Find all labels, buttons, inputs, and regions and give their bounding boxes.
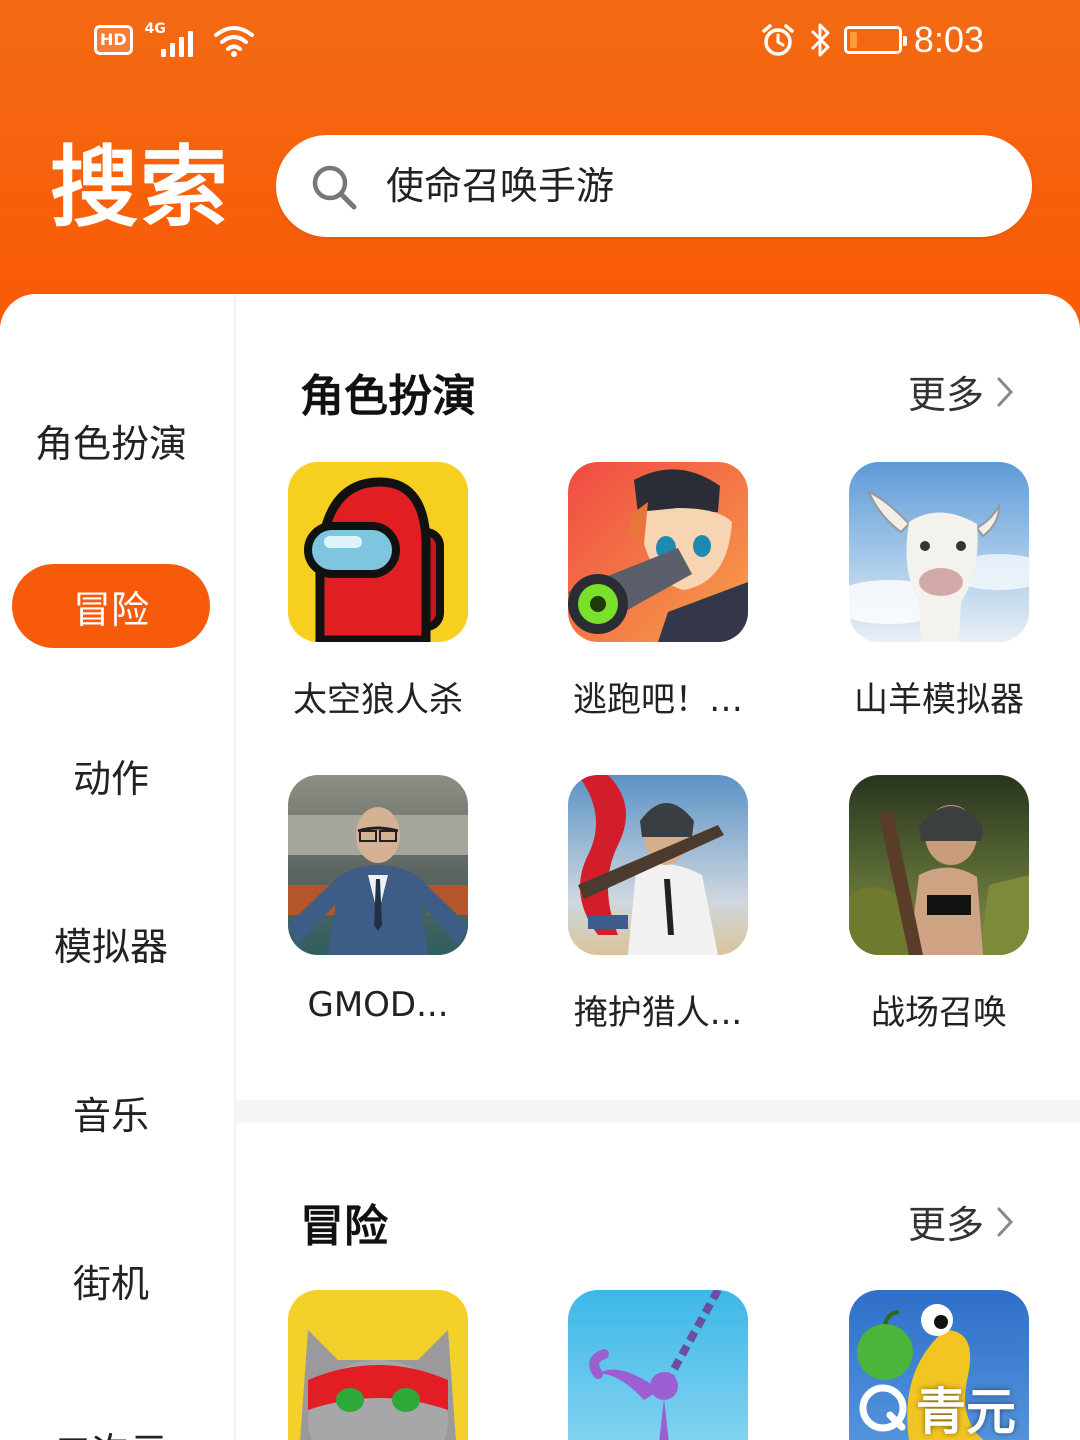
status-right: 8:03: [760, 19, 984, 60]
app-name: 逃跑吧！…: [573, 680, 743, 720]
app-item[interactable]: 掩护猎人...: [558, 775, 758, 1034]
section-title: 冒险: [300, 1201, 388, 1252]
bluetooth-icon: [810, 23, 830, 57]
app-item[interactable]: 太空狼人杀: [278, 462, 478, 721]
search-query[interactable]: 使命召唤手游: [386, 163, 614, 209]
app-item[interactable]: 逃跑吧！…: [558, 462, 758, 721]
app-item[interactable]: [558, 1290, 758, 1440]
app-name: 掩护猎人...: [573, 993, 743, 1033]
search-input[interactable]: 使命召唤手游: [276, 135, 1032, 237]
app-item[interactable]: GMOD...: [278, 775, 478, 1025]
status-left: HD 4G: [94, 21, 255, 58]
category-panel: 角色扮演 冒险 动作 模拟器 音乐 街机 二次元 角色扮演 更多 太空狼人杀: [0, 294, 1080, 1440]
hd-icon: HD: [94, 25, 133, 55]
wifi-icon: [213, 26, 254, 57]
app-icon[interactable]: [288, 775, 468, 955]
app-icon[interactable]: [849, 462, 1029, 642]
app-icon[interactable]: [849, 775, 1029, 955]
category-sidebar: 角色扮演 冒险 动作 模拟器 音乐 街机 二次元: [0, 294, 236, 1440]
status-time: 8:03: [913, 19, 984, 60]
header: HD 4G 8:03 搜索 使命召唤手游: [0, 0, 1080, 330]
app-icon[interactable]: [288, 1290, 468, 1440]
section-divider: [236, 1100, 1080, 1122]
more-button[interactable]: 更多: [908, 1194, 1016, 1249]
chevron-right-icon: [997, 1207, 1014, 1236]
alarm-icon: [762, 24, 794, 56]
app-icon[interactable]: [568, 462, 748, 642]
more-label: 更多: [907, 1203, 984, 1247]
battery-icon: [843, 26, 907, 54]
watermark-text: 青元: [916, 1383, 1016, 1440]
sidebar-item-anime[interactable]: 二次元: [12, 1406, 210, 1440]
more-button[interactable]: 更多: [908, 364, 1016, 419]
app-icon[interactable]: [288, 462, 468, 642]
app-icon[interactable]: [568, 775, 748, 955]
sidebar-item-adventure[interactable]: 冒险: [12, 564, 210, 648]
chevron-right-icon: [997, 377, 1014, 406]
watermark-logo-icon: [859, 1384, 907, 1432]
status-bar: HD 4G 8:03: [0, 0, 1080, 80]
more-label: 更多: [907, 373, 984, 417]
sidebar-item-role-play[interactable]: 角色扮演: [12, 398, 210, 482]
app-item[interactable]: 山羊模拟器: [839, 462, 1039, 721]
watermark: 青元: [856, 1372, 1016, 1440]
app-item[interactable]: [278, 1290, 478, 1440]
app-icon[interactable]: [568, 1290, 748, 1440]
content-area: 角色扮演 更多 太空狼人杀 逃跑吧！… 山羊模拟器 GMOD... 掩护猎人..…: [236, 294, 1080, 1440]
signal-icon: 4G: [145, 21, 201, 57]
sidebar-item-arcade[interactable]: 街机: [12, 1238, 210, 1322]
app-name: 山羊模拟器: [854, 680, 1024, 720]
page-title: 搜索: [50, 136, 231, 239]
sidebar-item-action[interactable]: 动作: [12, 733, 210, 817]
app-name: 战场召唤: [871, 993, 1007, 1033]
app-item[interactable]: 战场召唤: [839, 775, 1039, 1034]
section-title: 角色扮演: [300, 371, 476, 422]
sidebar-item-music[interactable]: 音乐: [12, 1070, 210, 1154]
search-icon[interactable]: [308, 161, 360, 213]
app-name: 太空狼人杀: [293, 680, 463, 720]
app-name: GMOD...: [307, 985, 449, 1025]
sidebar-item-simulator[interactable]: 模拟器: [12, 901, 210, 985]
